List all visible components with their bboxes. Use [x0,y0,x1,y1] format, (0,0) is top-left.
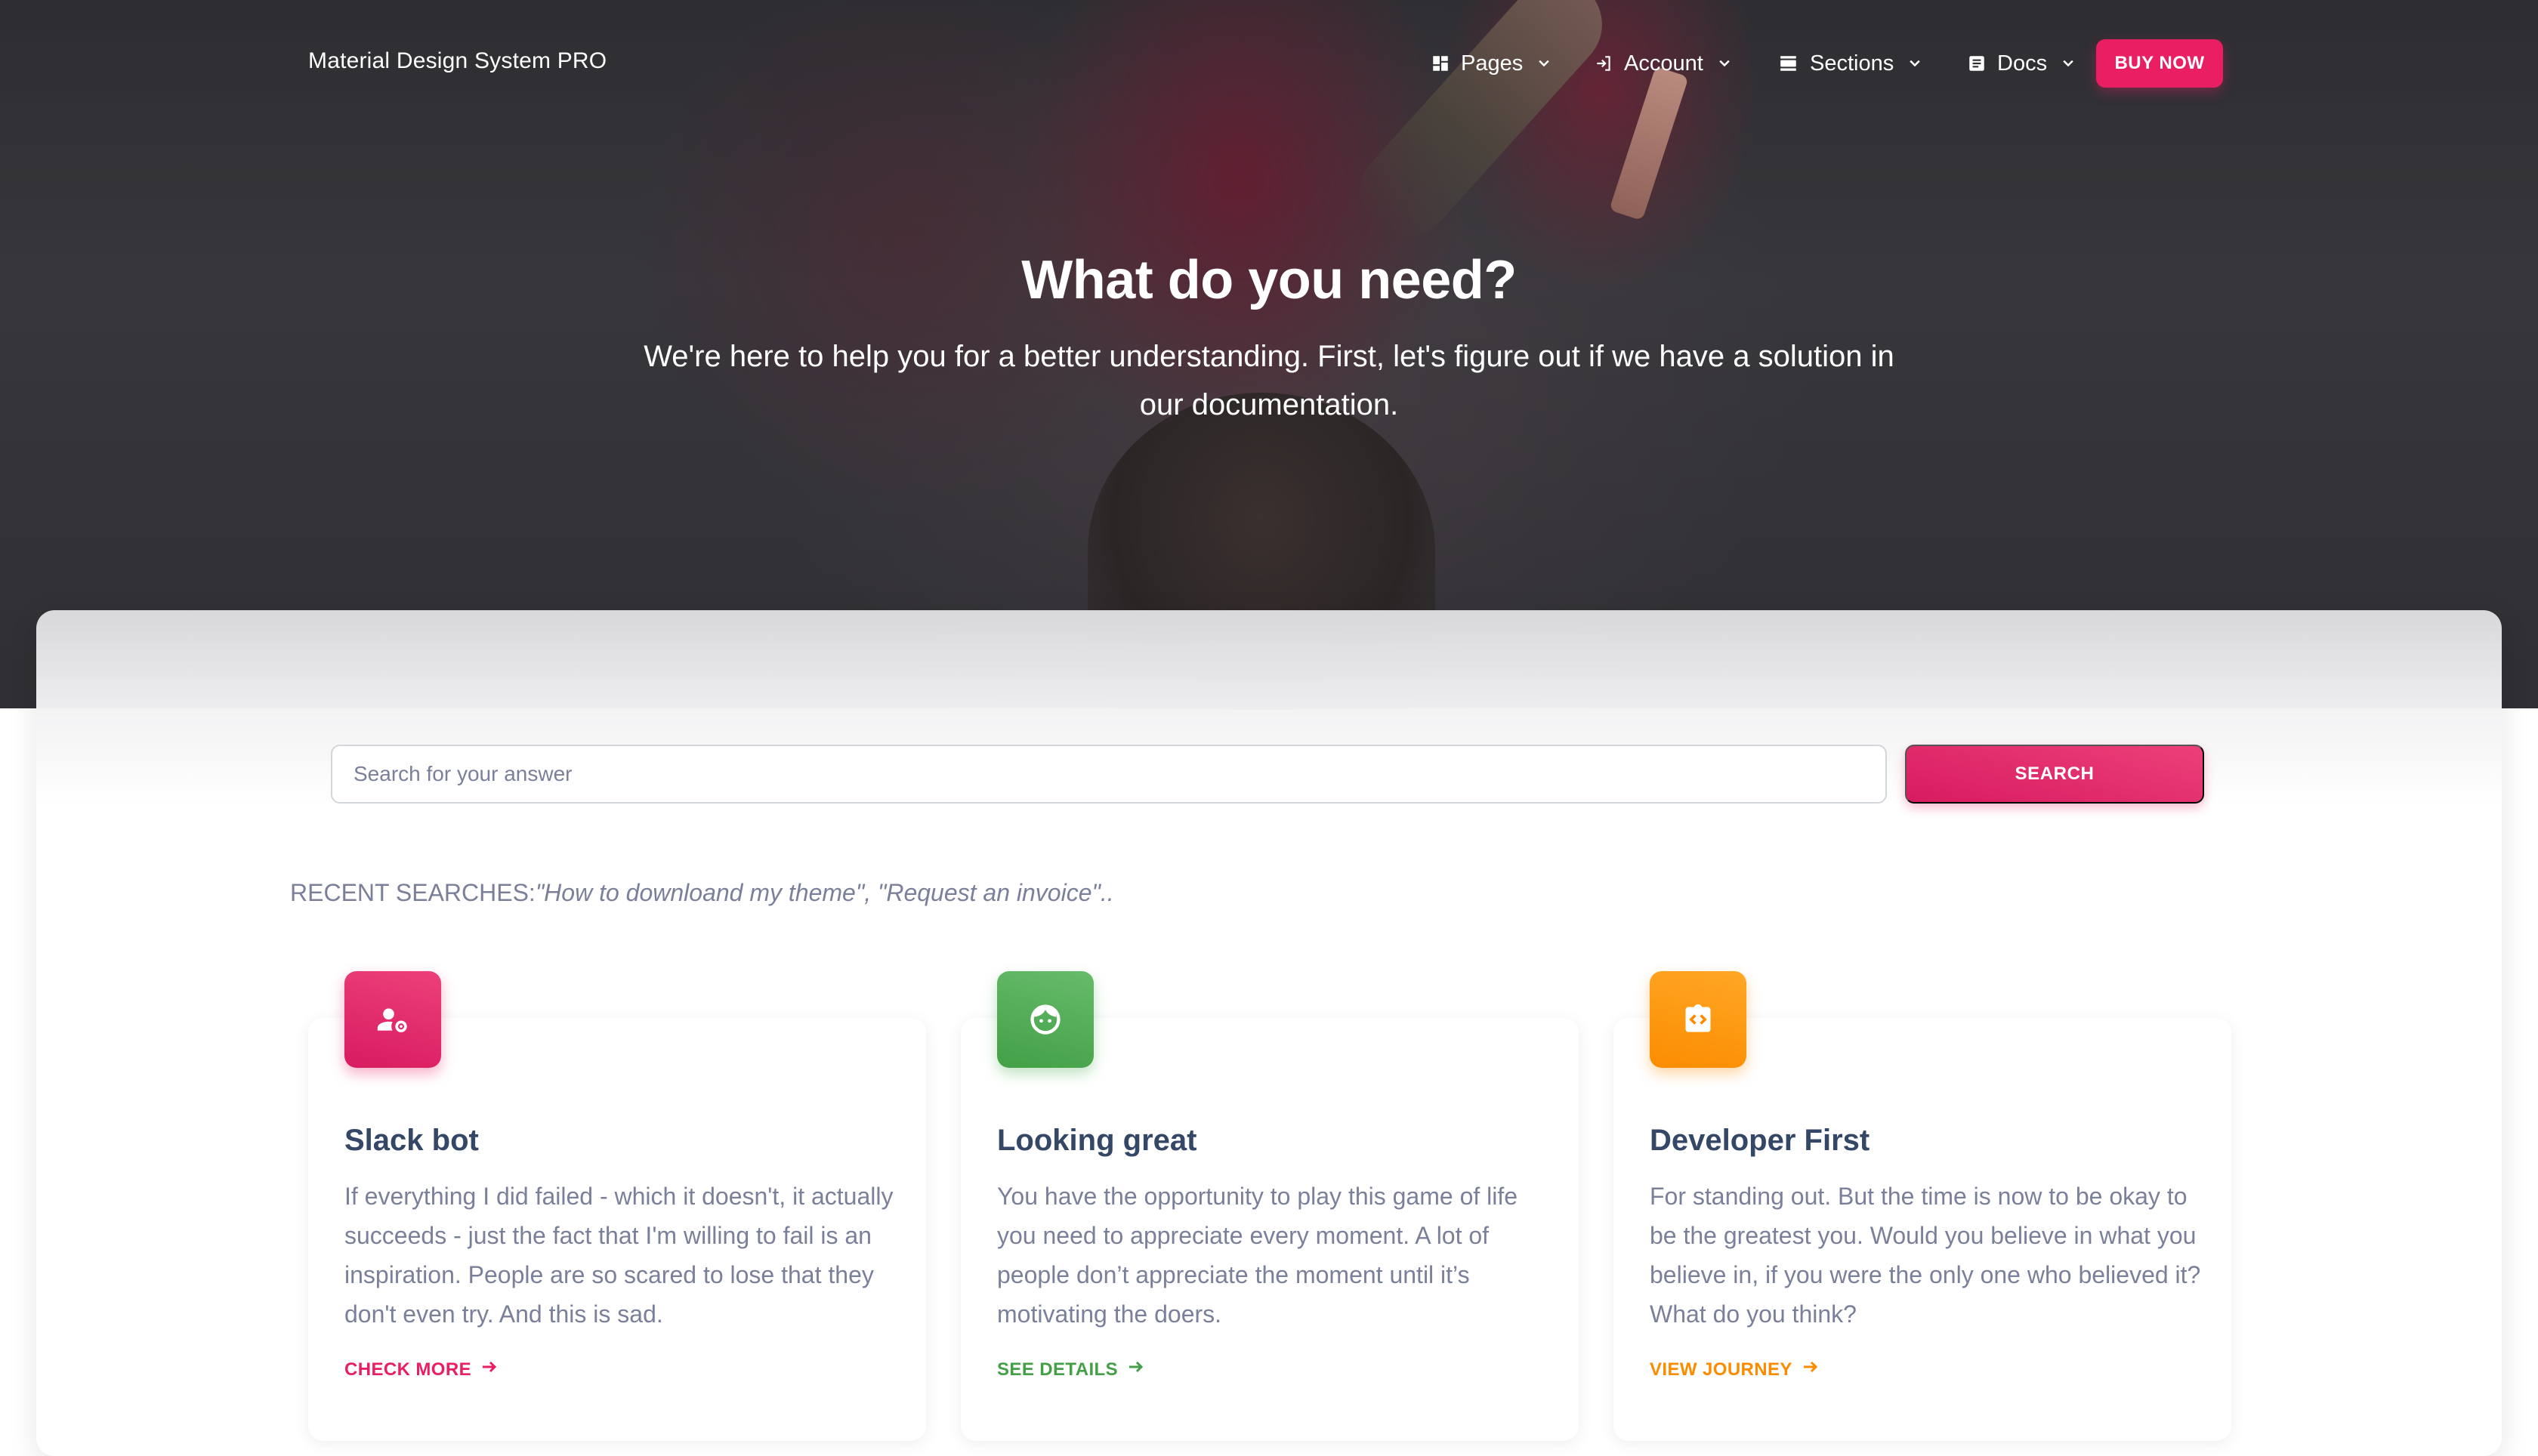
check-more-link[interactable]: CHECK MORE [344,1358,499,1381]
dashboard-icon [1431,54,1450,73]
feature-card-developer-first: Developer First For standing out. But th… [1613,971,2231,1441]
arrow-right-icon [1802,1358,1820,1381]
login-icon [1594,54,1613,73]
view-day-icon [1778,54,1799,73]
arrow-right-icon [480,1358,499,1381]
manage-accounts-icon [344,971,441,1068]
feature-text: If everything I did failed - which it do… [344,1183,894,1328]
feature-title: Developer First [1650,1124,1870,1157]
chevron-down-icon [1536,56,1552,71]
chevron-down-icon [1717,56,1732,71]
nav-item-account[interactable]: Account [1594,47,1732,80]
feature-card-slack-bot: Slack bot If everything I did failed - w… [308,971,926,1441]
feature-link-label: SEE DETAILS [997,1359,1118,1380]
feature-link-label: VIEW JOURNEY [1650,1359,1792,1380]
chevron-down-icon [2061,56,2076,71]
recent-searches-items: "How to downloand my theme", "Request an… [535,879,1114,906]
help-card: SEARCH RECENT SEARCHES:"How to downloand… [36,610,2502,1456]
brand-link[interactable]: Material Design System PRO [308,48,607,74]
chevron-down-icon [1907,56,1922,71]
feature-text: You have the opportunity to play this ga… [997,1183,1518,1328]
nav-item-label: Pages [1461,51,1524,76]
hero-subtitle: We're here to help you for a better unde… [644,340,1894,421]
feature-text: For standing out. But the time is now to… [1650,1183,2201,1328]
nav-item-docs[interactable]: Docs [1967,47,2076,80]
integration-instructions-icon [1650,971,1746,1068]
search-button[interactable]: SEARCH [1905,745,2204,804]
nav-item-label: Account [1624,51,1703,76]
navbar: Material Design System PRO Pages Account… [0,0,2538,128]
see-details-link[interactable]: SEE DETAILS [997,1358,1145,1381]
article-icon [1967,54,1987,73]
recent-searches-label: RECENT SEARCHES: [290,879,536,906]
nav-item-label: Docs [1997,51,2048,76]
hero-title: What do you need? [1021,250,1517,310]
face-icon [997,971,1094,1068]
arrow-right-icon [1127,1358,1145,1381]
recent-searches: RECENT SEARCHES:"How to downloand my the… [290,879,1114,907]
buy-now-button[interactable]: BUY NOW [2096,39,2223,88]
view-journey-link[interactable]: VIEW JOURNEY [1650,1358,1820,1381]
feature-card-looking-great: Looking great You have the opportunity t… [961,971,1579,1441]
nav-item-sections[interactable]: Sections [1778,47,1922,80]
feature-title: Slack bot [344,1124,479,1157]
nav-item-label: Sections [1810,51,1894,76]
feature-title: Looking great [997,1124,1197,1157]
nav-item-pages[interactable]: Pages [1431,47,1552,80]
search-input[interactable] [331,745,1887,804]
feature-link-label: CHECK MORE [344,1359,472,1380]
